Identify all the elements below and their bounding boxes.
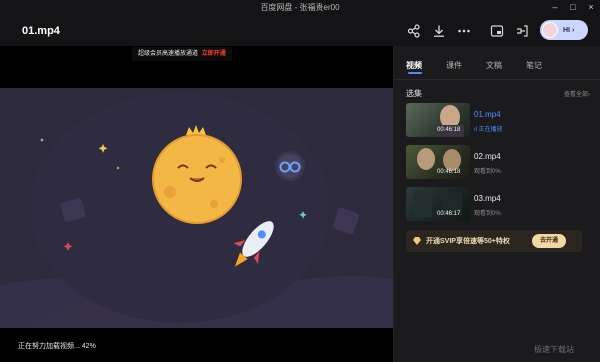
episode-status: 观看到0%	[474, 169, 501, 175]
user-hi-label: HI	[563, 26, 570, 34]
close-button[interactable]: ×	[584, 1, 598, 13]
svip-promo-text: 开通SVIP享倍速等50+特权	[426, 238, 510, 245]
panel-tabs: 视频 课件 文稿 笔记	[394, 60, 600, 76]
maximize-button[interactable]: □	[566, 1, 580, 13]
diamond-icon	[413, 237, 421, 245]
chevron-right-icon: ›	[588, 92, 591, 98]
episode-title[interactable]: 03.mp4	[474, 194, 501, 203]
episode-status: ıl 正在播放	[474, 124, 503, 133]
tab-transcript[interactable]: 文稿	[486, 60, 502, 71]
chevron-right-icon: ›	[572, 26, 575, 34]
episode-thumbnail[interactable]: 00:46:18	[406, 145, 470, 179]
episode-duration: 00:46:17	[437, 211, 461, 217]
watermark: 极速下载站	[534, 345, 574, 354]
episode-duration: 00:46:18	[437, 127, 461, 133]
decor-square-right	[332, 207, 360, 235]
window-title-bar: 百度网盘 - 张福贵er00 – □ ×	[0, 0, 600, 14]
tab-courseware[interactable]: 课件	[446, 60, 462, 71]
svip-open-button[interactable]: 去开通	[532, 234, 566, 248]
episodes-section-title: 选集	[406, 89, 422, 98]
see-all-link[interactable]: 查看全部›	[564, 89, 590, 98]
player-header: 01.mp4	[0, 14, 600, 46]
vip-speed-banner[interactable]: 超级会员高速播放通道 立即开通	[132, 47, 232, 61]
svip-promo-bar[interactable]: 开通SVIP享倍速等50+特权 去开通	[406, 230, 582, 252]
loading-status: 正在努力加载视频... 42%	[18, 343, 96, 350]
user-hi-button[interactable]: HI ›	[540, 20, 588, 40]
episode-status: 观看到0%	[474, 211, 501, 217]
vip-banner-text: 超级会员高速播放通道	[138, 51, 199, 57]
cast-icon[interactable]	[513, 22, 531, 40]
minimize-button[interactable]: –	[548, 1, 562, 13]
file-title: 01.mp4	[22, 25, 60, 37]
loading-illustration	[0, 88, 393, 328]
episode-thumbnail[interactable]: 00:46:18	[406, 103, 470, 137]
cloud-logo-icon	[275, 151, 305, 181]
episode-title[interactable]: 02.mp4	[474, 152, 501, 161]
share-icon[interactable]	[405, 22, 423, 40]
episode-duration: 00:46:18	[437, 169, 461, 175]
episode-status-text: 正在播放	[478, 127, 503, 133]
tab-video[interactable]: 视频	[406, 60, 422, 71]
side-panel: 视频 课件 文稿 笔记 选集 查看全部› 00:46:18 01.mp4 ıl …	[394, 46, 600, 362]
episode-thumbnail[interactable]: 00:46:17	[406, 187, 470, 221]
tab-divider	[394, 79, 600, 80]
window-title: 百度网盘 - 张福贵er00	[260, 3, 340, 12]
picture-in-picture-icon[interactable]	[488, 22, 506, 40]
video-player[interactable]: 超级会员高速播放通道 立即开通 正在努力加载视频... 42%	[0, 46, 393, 362]
episode-title[interactable]: 01.mp4	[474, 110, 501, 119]
active-tab-indicator	[408, 72, 422, 74]
more-icon[interactable]	[455, 22, 473, 40]
avatar	[542, 22, 558, 38]
see-all-label: 查看全部	[564, 92, 589, 98]
vip-open-link[interactable]: 立即开通	[202, 51, 226, 57]
download-icon[interactable]	[430, 22, 448, 40]
tab-notes[interactable]: 笔记	[526, 60, 542, 71]
